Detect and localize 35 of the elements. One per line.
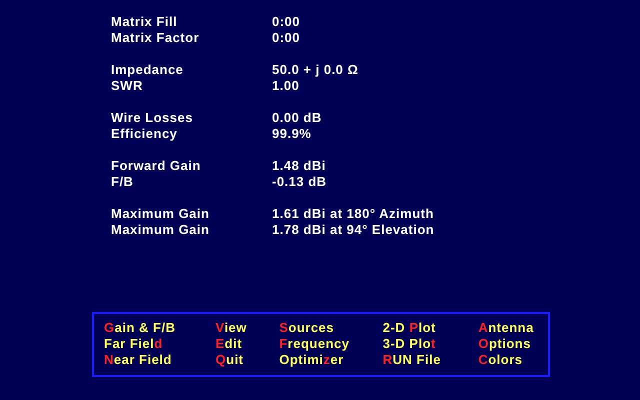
menu-item[interactable]: Quit — [216, 352, 280, 368]
result-label: Forward Gain — [111, 158, 202, 174]
result-label: Maximum Gain — [111, 206, 210, 222]
result-value: 1.78 dBi at 94° Elevation — [272, 222, 434, 238]
result-label: SWR — [111, 78, 144, 94]
menu-item[interactable]: Frequency — [279, 336, 383, 352]
menu-item[interactable]: 3-D Plot — [382, 336, 478, 352]
result-label: Efficiency — [111, 126, 178, 142]
result-value: 1.48 dBi — [272, 158, 326, 174]
result-label: F/B — [111, 174, 134, 190]
result-value: 0:00 — [272, 14, 300, 30]
menu-item[interactable]: 2-D Plot — [382, 320, 478, 336]
result-value: 0.00 dB — [272, 110, 322, 126]
result-value: 50.0 + j 0.0 Ω — [272, 62, 358, 78]
result-label: Matrix Factor — [111, 30, 200, 46]
menu-item[interactable]: RUN File — [382, 352, 478, 368]
menu-item[interactable]: Gain & F/B — [104, 320, 216, 336]
menu-item[interactable]: View — [216, 320, 280, 336]
menu-item[interactable]: Sources — [279, 320, 383, 336]
menu-item[interactable]: Far Field — [104, 336, 216, 352]
result-value: -0.13 dB — [272, 174, 327, 190]
menu-item[interactable]: Edit — [216, 336, 280, 352]
result-label: Impedance — [111, 62, 184, 78]
menu-item[interactable]: Options — [478, 336, 548, 352]
result-value: 99.9% — [272, 126, 312, 142]
menu-item[interactable]: Antenna — [478, 320, 548, 336]
menu-item[interactable]: Colors — [478, 352, 548, 368]
result-label: Matrix Fill — [111, 14, 178, 30]
result-label: Maximum Gain — [111, 222, 210, 238]
result-value: 1.61 dBi at 180° Azimuth — [272, 206, 434, 222]
menu-item[interactable]: Near Field — [104, 352, 216, 368]
result-value: 1.00 — [272, 78, 300, 94]
menu-item[interactable]: Optimizer — [279, 352, 383, 368]
result-value: 0:00 — [272, 30, 300, 46]
result-label: Wire Losses — [111, 110, 194, 126]
